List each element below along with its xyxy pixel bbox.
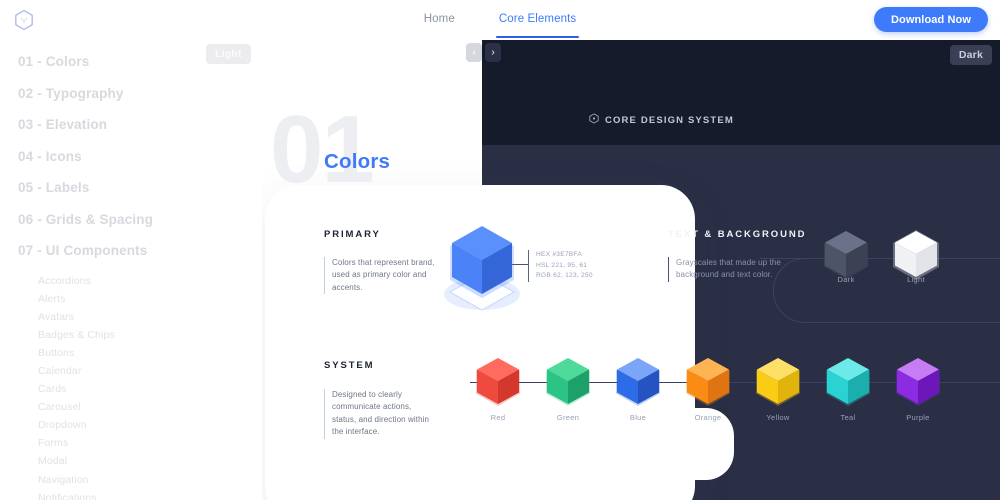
- sidebar-subitem-alerts[interactable]: Alerts: [38, 294, 262, 305]
- carousel-controls: ‹ ›: [466, 43, 501, 62]
- text-background-section: TEXT & BACKGROUND Grayscales that made u…: [668, 229, 806, 282]
- primary-section: PRIMARY Colors that represent brand, use…: [324, 229, 436, 295]
- dark-theme-badge: Dark: [949, 45, 992, 65]
- slide-title: Colors: [324, 150, 391, 173]
- text-background-description: Grayscales that made up the background a…: [668, 257, 786, 282]
- sidebar-item-elevation[interactable]: 03 - Elevation: [18, 118, 262, 132]
- system-swatch-blue[interactable]: Blue: [610, 355, 666, 422]
- system-swatch-green[interactable]: Green: [540, 355, 596, 422]
- core-design-system-badge: CORE DESIGN SYSTEM: [589, 113, 734, 127]
- sidebar-subitem-modal[interactable]: Modal: [38, 456, 262, 467]
- system-swatch-purple[interactable]: Purple: [890, 355, 946, 422]
- system-swatch-label: Green: [556, 413, 580, 422]
- system-swatch-red[interactable]: Red: [470, 355, 526, 422]
- system-swatch-orange[interactable]: Orange: [680, 355, 736, 422]
- sidebar-subitem-carousel[interactable]: Carousel: [38, 402, 262, 413]
- system-swatch-teal[interactable]: Teal: [820, 355, 876, 422]
- sidebar-subitem-navigation[interactable]: Navigation: [38, 475, 262, 486]
- download-now-button[interactable]: Download Now: [873, 7, 988, 32]
- system-swatch-row: Red Green Blue Orange Yellow Teal Purple: [470, 355, 1000, 445]
- system-swatch-label: Teal: [840, 413, 856, 422]
- sidebar-subitem-calendar[interactable]: Calendar: [38, 366, 262, 377]
- system-heading: SYSTEM: [324, 360, 375, 371]
- sidebar-navigation: 01 - Colors 02 - Typography 03 - Elevati…: [0, 40, 262, 500]
- sidebar-item-icons[interactable]: 04 - Icons: [18, 149, 262, 164]
- hexagon-icon: [589, 113, 599, 127]
- sidebar-subitem-avatars[interactable]: Avatars: [38, 312, 262, 323]
- system-section: SYSTEM Designed to clearly communicate a…: [324, 360, 436, 439]
- sidebar-subitem-cards[interactable]: Cards: [38, 384, 262, 395]
- sidebar-item-grids-spacing[interactable]: 06 - Grids & Spacing: [18, 212, 262, 227]
- nav-link-home[interactable]: Home: [423, 2, 456, 39]
- system-swatch-label: Blue: [629, 413, 647, 422]
- chevron-right-icon[interactable]: ›: [485, 43, 501, 62]
- primary-hex-value: HEX #3E7BFA: [536, 251, 582, 258]
- primary-heading: PRIMARY: [324, 229, 381, 240]
- chevron-left-icon[interactable]: ‹: [466, 43, 482, 62]
- sidebar-item-typography[interactable]: 02 - Typography: [18, 86, 262, 101]
- system-swatch-label: Yellow: [766, 413, 790, 422]
- sidebar-item-labels[interactable]: 05 - Labels: [18, 181, 262, 195]
- system-swatch-label: Red: [490, 413, 506, 422]
- primary-rgb-value: RGB 62, 123, 250: [536, 272, 593, 280]
- primary-hsl-value: HSL 221, 95, 61: [536, 261, 588, 269]
- sidebar-subitem-dropdown[interactable]: Dropdown: [38, 420, 262, 431]
- sidebar-subitem-forms[interactable]: Forms: [38, 438, 262, 449]
- primary-nav-links: Home Core Elements: [0, 0, 1000, 40]
- sidebar-subitem-badges-chips[interactable]: Badges & Chips: [38, 330, 262, 341]
- system-swatch-label: Purple: [906, 413, 930, 422]
- nav-link-core-elements[interactable]: Core Elements: [495, 2, 580, 39]
- sidebar-component-list: Accordions Alerts Avatars Badges & Chips…: [18, 275, 262, 500]
- light-color-cube[interactable]: Light: [888, 228, 944, 290]
- primary-color-values: HEX #3E7BFA HSL 221, 95, 61 RGB 62, 123,…: [528, 250, 593, 283]
- primary-color-cube[interactable]: [440, 222, 524, 314]
- system-description: Designed to clearly communicate actions,…: [324, 389, 436, 439]
- core-design-system-label: CORE DESIGN SYSTEM: [605, 114, 734, 126]
- design-system-preview: Home Core Elements Download Now 01 - Col…: [0, 0, 1000, 500]
- light-swatch-label: Light: [907, 275, 925, 284]
- text-background-heading: TEXT & BACKGROUND: [668, 229, 807, 240]
- system-swatch-label: Orange: [694, 413, 722, 422]
- sidebar-subitem-buttons[interactable]: Buttons: [38, 348, 262, 359]
- dark-swatch-label: Dark: [837, 275, 855, 284]
- dark-color-cube[interactable]: Dark: [818, 228, 874, 290]
- text-background-outline: [773, 258, 1000, 323]
- top-navigation-bar: Home Core Elements Download Now: [0, 0, 1000, 40]
- system-swatch-yellow[interactable]: Yellow: [750, 355, 806, 422]
- primary-description: Colors that represent brand, used as pri…: [324, 257, 436, 295]
- sidebar-subitem-accordions[interactable]: Accordions: [38, 275, 262, 287]
- sidebar-item-ui-components[interactable]: 07 - UI Components: [18, 244, 262, 258]
- sidebar-subitem-notifications[interactable]: Notifications: [38, 493, 262, 500]
- light-theme-badge: Light: [206, 44, 251, 64]
